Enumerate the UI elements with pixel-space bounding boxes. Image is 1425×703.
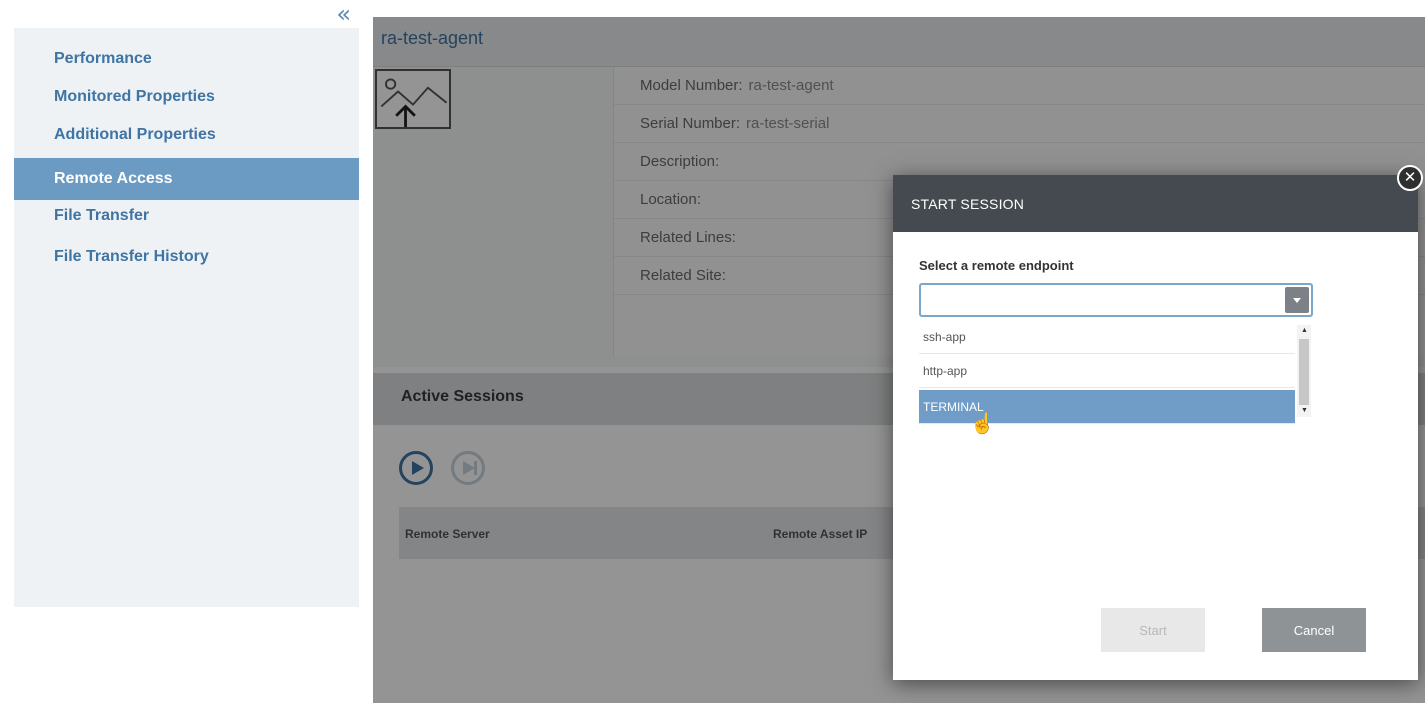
option-ssh-app[interactable]: ssh-app	[919, 320, 1295, 354]
sidebar-item-monitored-properties[interactable]: Monitored Properties	[14, 82, 359, 120]
collapse-sidebar-icon[interactable]: «	[336, 2, 351, 26]
scroll-up-icon[interactable]: ▲	[1301, 327, 1308, 335]
scroll-down-icon[interactable]: ▼	[1301, 407, 1308, 415]
scroll-thumb[interactable]	[1299, 339, 1309, 405]
sidebar-nav: Performance Monitored Properties Additio…	[14, 44, 359, 280]
option-http-app[interactable]: http-app	[919, 354, 1295, 388]
start-button[interactable]: Start	[1101, 608, 1205, 652]
cancel-button[interactable]: Cancel	[1262, 608, 1366, 652]
start-session-dialog: START SESSION Select a remote endpoint s…	[893, 175, 1418, 680]
close-icon[interactable]: ✕	[1397, 165, 1423, 191]
sidebar-item-file-transfer-history[interactable]: File Transfer History	[14, 242, 359, 280]
dialog-title: START SESSION	[893, 175, 1418, 232]
hand-cursor-icon: ☝	[970, 413, 995, 435]
sidebar-top	[14, 0, 359, 28]
sidebar-item-performance[interactable]: Performance	[14, 44, 359, 82]
sidebar-item-additional-properties[interactable]: Additional Properties	[14, 120, 359, 158]
sidebar-item-file-transfer[interactable]: File Transfer	[14, 204, 359, 242]
sidebar-item-remote-access[interactable]: Remote Access	[14, 158, 359, 200]
chevron-down-icon[interactable]	[1285, 287, 1309, 313]
endpoint-options: ssh-app http-app TERMINAL	[919, 320, 1311, 424]
sidebar: « Performance Monitored Properties Addit…	[14, 0, 359, 607]
endpoint-select[interactable]	[919, 283, 1313, 317]
options-scrollbar[interactable]: ▲ ▼	[1297, 325, 1311, 417]
endpoint-label: Select a remote endpoint	[919, 258, 1074, 273]
